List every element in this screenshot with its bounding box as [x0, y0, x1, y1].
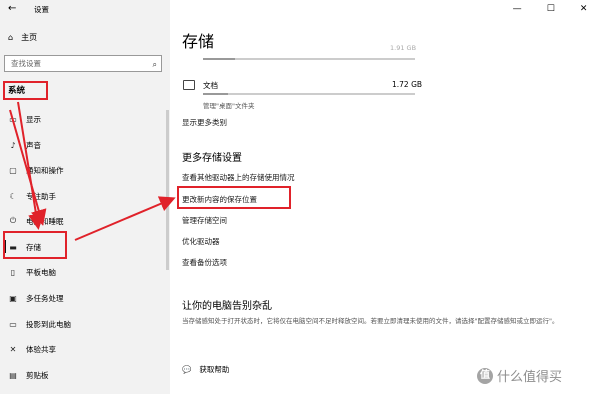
watermark: 值 什么值得买: [477, 366, 562, 385]
watermark-text: 什么值得买: [497, 370, 563, 385]
watermark-logo: 值: [477, 367, 493, 384]
annotation-arrows: [9, 101, 176, 241]
